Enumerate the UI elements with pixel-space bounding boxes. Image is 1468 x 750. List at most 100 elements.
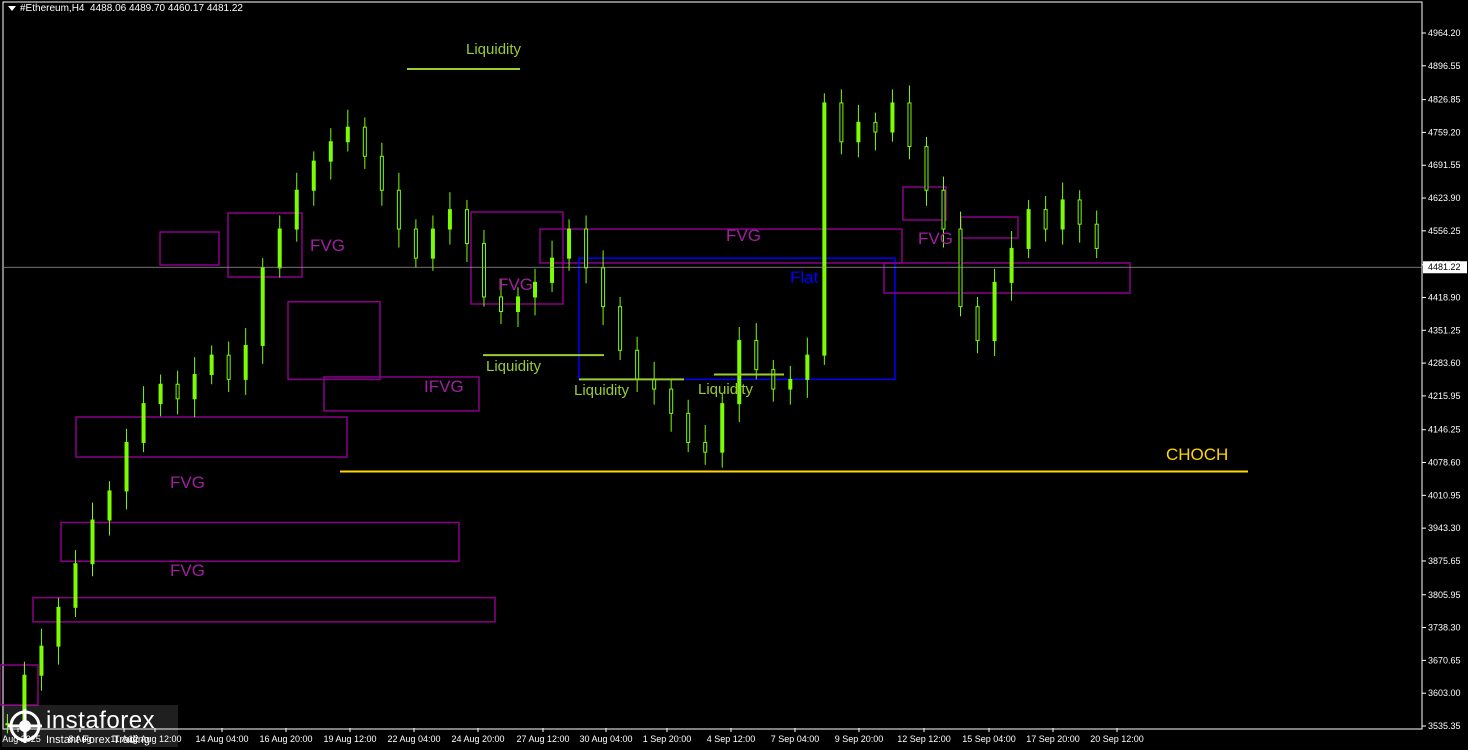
candle-body	[805, 354, 810, 380]
time-tick-label: 1 Sep 20:00	[643, 734, 692, 744]
fvg-zone-box	[60, 521, 460, 563]
price-tick-label: 4215.95	[1428, 391, 1461, 401]
dropdown-icon[interactable]	[8, 5, 16, 11]
candle-body	[124, 441, 129, 492]
fvg-label: FVG	[498, 275, 533, 294]
price-tick-label: 4010.95	[1428, 490, 1461, 500]
candle-body	[311, 160, 316, 191]
candle-body	[73, 563, 78, 608]
price-tick-label: 4964.20	[1428, 28, 1461, 38]
fvg-label: FVG	[726, 226, 761, 245]
price-tick-label: 4283.60	[1428, 358, 1461, 368]
candle-body	[209, 354, 214, 376]
price-tick-label: 4418.90	[1428, 292, 1461, 302]
candle-body	[550, 257, 555, 283]
candle-body	[1043, 209, 1048, 230]
candle-body	[652, 378, 657, 390]
time-tick-label: 16 Aug 20:00	[259, 734, 312, 744]
current-price-label: 4481.22	[1428, 262, 1461, 272]
price-tick-label: 4826.85	[1428, 95, 1461, 105]
liquidity-label: Liquidity	[698, 381, 754, 398]
time-tick-label: 20 Sep 12:00	[1090, 734, 1144, 744]
symbol-label: #Ethereum,H4	[20, 3, 85, 14]
time-tick-label: 4 Sep 12:00	[707, 734, 756, 744]
ifvg-label: IFVG	[424, 377, 464, 396]
candle-body	[822, 102, 827, 356]
price-tick-label: 4351.25	[1428, 325, 1461, 335]
price-tick-label: 3670.65	[1428, 655, 1461, 665]
time-tick-label: 14 Aug 04:00	[195, 734, 248, 744]
price-tick-label: 4896.55	[1428, 61, 1461, 71]
candle-body	[328, 141, 333, 162]
candle-body	[601, 267, 606, 308]
candle-body	[618, 306, 623, 351]
candle-body	[243, 344, 248, 380]
watermark: instaforex Instant Forex Trading	[2, 705, 178, 747]
time-tick-label: 15 Sep 04:00	[962, 734, 1016, 744]
candle-body	[141, 403, 146, 443]
candle-body	[447, 209, 452, 230]
instaforex-logo-icon	[8, 709, 42, 743]
fvg-label: FVG	[170, 561, 205, 580]
time-tick-label: 19 Aug 12:00	[323, 734, 376, 744]
candle-body	[975, 306, 980, 342]
price-tick-label: 3603.00	[1428, 688, 1461, 698]
time-tick-label: 12 Sep 12:00	[897, 734, 951, 744]
fvg-label: FVG	[310, 236, 345, 255]
candle-body	[958, 228, 963, 308]
fvg-zone-box	[287, 301, 381, 381]
candle-body	[1026, 209, 1031, 249]
candle-body	[720, 403, 725, 453]
time-tick-label: 7 Sep 04:00	[771, 734, 820, 744]
candle-body	[1009, 247, 1014, 283]
candle-body	[992, 281, 997, 342]
ohlc-readout: 4488.06 4489.70 4460.17 4481.22	[90, 3, 243, 14]
price-tick-label: 4623.90	[1428, 193, 1461, 203]
candle-body	[686, 412, 691, 443]
candle-body	[277, 228, 282, 269]
time-tick-label: 30 Aug 04:00	[579, 734, 632, 744]
levels-layer	[4, 67, 1422, 473]
candle-body	[907, 102, 912, 148]
candle-body	[481, 243, 486, 298]
fvg-label: FVG	[918, 229, 953, 248]
candle-body	[567, 228, 572, 259]
price-tick-label: 3943.30	[1428, 523, 1461, 533]
watermark-tagline: Instant Forex Trading	[46, 734, 150, 746]
candle-body	[90, 519, 95, 565]
flat-zone-box	[578, 257, 896, 381]
flat-label: Flat	[790, 268, 819, 287]
time-tick-label: 22 Aug 04:00	[387, 734, 440, 744]
fvg-label: FVG	[170, 473, 205, 492]
price-tick-label: 4691.55	[1428, 160, 1461, 170]
candle-body	[1060, 199, 1065, 230]
candle-body	[1094, 223, 1099, 249]
price-tick-label: 3738.30	[1428, 623, 1461, 633]
time-tick-label: 27 Aug 12:00	[516, 734, 569, 744]
candle-body	[584, 228, 589, 269]
price-tick-label: 4759.20	[1428, 127, 1461, 137]
price-chart[interactable]: FVG FVG FVG FVG FVG FVG IFVG Flat CHOCH Liquidity…	[0, 0, 1468, 750]
candle-body	[158, 383, 163, 405]
candle-body	[107, 490, 112, 521]
candles-layer	[5, 85, 1099, 737]
candle-body	[703, 441, 708, 453]
liquidity-label: Liquidity	[574, 382, 630, 399]
chart-header[interactable]: #Ethereum,H4 4488.06 4489.70 4460.17 448…	[8, 3, 243, 14]
price-tick-label: 3535.35	[1428, 721, 1461, 731]
choch-label: CHOCH	[1166, 445, 1228, 464]
candle-body	[754, 340, 759, 371]
candle-body	[39, 645, 44, 676]
fvg-zone-box	[75, 416, 348, 458]
candle-body	[856, 121, 861, 143]
candle-body	[396, 189, 401, 230]
fvg-zone-box	[902, 186, 947, 221]
price-tick-label: 4078.60	[1428, 458, 1461, 468]
price-axis: 4964.20 4896.55 4826.85 4759.20 4691.55 4623.…	[1422, 28, 1467, 731]
candle-body	[839, 102, 844, 143]
time-tick-label: 24 Aug 20:00	[451, 734, 504, 744]
candle-body	[941, 189, 946, 230]
candle-body	[464, 209, 469, 245]
candle-body	[226, 354, 231, 380]
plot-frame	[2, 1, 1423, 730]
